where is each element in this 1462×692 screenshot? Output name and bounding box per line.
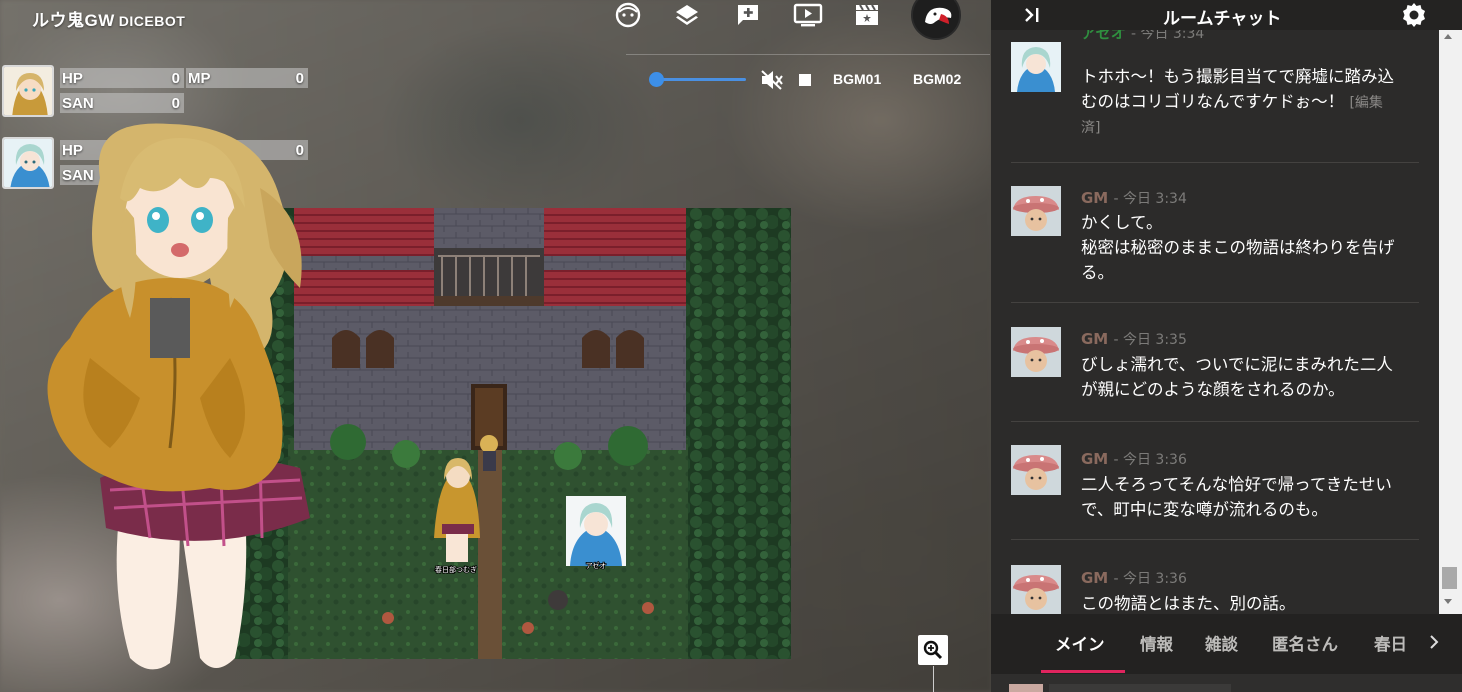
message-line: むのはコリゴリなんですケドぉ〜！ [編集 <box>1081 89 1426 116</box>
mp-value-1: 0 <box>295 69 304 87</box>
message-sender: GM - 今日 3:35 <box>1081 329 1187 349</box>
message-avatar-gm <box>1011 565 1061 614</box>
message-time: - 今日 3:36 <box>1113 452 1187 468</box>
bgm02-button[interactable]: BGM02 <box>913 71 961 87</box>
video-icon[interactable] <box>788 0 828 30</box>
message-text: トホホ〜！もう撮影目当てで廃墟に踏み込 むのはコリゴリなんですケドぉ〜！ [編集… <box>1081 64 1426 141</box>
message-line: トホホ〜！もう撮影目当てで廃墟に踏み込 <box>1081 67 1395 86</box>
message-sender-name: GM <box>1081 569 1109 587</box>
app-title-sub: DICEBOT <box>118 13 186 29</box>
token-azeo[interactable] <box>566 496 626 566</box>
message-line: びしょ濡れで、ついでに泥にまみれた二人 <box>1081 355 1393 374</box>
message-sender: GM - 今日 3:36 <box>1081 449 1187 469</box>
san-bar-1: SAN 0 <box>60 93 184 113</box>
message-text: かくして。 秘密は秘密のままこの物語は終わりを告げ る。 <box>1081 210 1426 285</box>
chat-tab-bar: メイン 情報 雑談 匿名さん 春日 <box>991 614 1462 674</box>
message-line: かくして。 <box>1081 213 1163 232</box>
message-line: る。 <box>1081 263 1114 282</box>
settings-gear-icon[interactable] <box>1401 2 1427 28</box>
message-line: 二人そろってそんな恰好で帰ってきたせい <box>1081 475 1392 494</box>
message-time: - 今日 3:34 <box>1113 191 1187 207</box>
scroll-up-arrow-icon[interactable] <box>1444 34 1452 39</box>
message-time: - 今日 3:36 <box>1113 571 1187 587</box>
stop-bgm-button[interactable] <box>799 74 811 86</box>
zoom-button[interactable] <box>918 635 948 665</box>
character-portrait-1[interactable] <box>2 65 54 117</box>
message-divider <box>1011 539 1419 540</box>
tab-main[interactable]: メイン <box>1055 631 1105 655</box>
message-line: この物語とはまた、別の話。 <box>1081 594 1296 613</box>
hp-bar-1: HP 0 <box>60 68 184 88</box>
hp-value-1: 0 <box>171 69 180 87</box>
message-text: びしょ濡れで、ついでに泥にまみれた二人 が親にどのような顔をされるのか。 <box>1081 352 1426 402</box>
chat-title: ルームチャット <box>1163 9 1282 29</box>
message-avatar-gm <box>1011 445 1061 495</box>
chat-scrollbar[interactable] <box>1439 30 1462 614</box>
message-sender-name: GM <box>1081 450 1109 468</box>
message-line: が親にどのような顔をされるのか。 <box>1081 380 1345 399</box>
mp-bar-1: MP 0 <box>186 68 308 88</box>
collapse-panel-icon[interactable] <box>1021 5 1043 25</box>
message-line-text: むのはコリゴリなんですケドぉ〜！ <box>1081 92 1345 111</box>
message-sender: GM - 今日 3:36 <box>1081 568 1187 588</box>
message-line: 秘密は秘密のままこの物語は終わりを告げ <box>1081 238 1395 257</box>
message-divider <box>1011 162 1419 163</box>
add-comment-icon[interactable] <box>728 0 768 30</box>
san-label-1: SAN <box>62 94 94 112</box>
character-name-field[interactable] <box>1049 684 1231 692</box>
mp-label-1: MP <box>188 69 211 87</box>
hp-label-1: HP <box>62 69 83 87</box>
volume-slider-track[interactable] <box>656 78 746 81</box>
zoom-in-icon <box>923 640 943 660</box>
volume-slider-knob[interactable] <box>649 72 664 87</box>
chat-input-area[interactable] <box>991 674 1462 692</box>
san-value-1: 0 <box>171 94 180 112</box>
edited-tag: [編集 <box>1349 95 1383 111</box>
tab-anonymous[interactable]: 匿名さん <box>1272 631 1338 655</box>
tab-kasukabe[interactable]: 春日 <box>1374 631 1407 655</box>
toolbar-divider <box>626 54 990 55</box>
message-sender: GM - 今日 3:34 <box>1081 188 1187 208</box>
message-divider <box>1011 302 1419 303</box>
chat-header: ルームチャット <box>991 0 1462 30</box>
message-sender: アゼオ - 今日 3:34 <box>1081 30 1204 43</box>
input-character-avatar[interactable] <box>1009 684 1043 692</box>
standing-character-illustration <box>30 118 320 678</box>
message-avatar-gm <box>1011 186 1061 236</box>
room-chat-panel: ルームチャット アゼオ - 今日 3:34 トホホ〜！もう撮影目当てで廃墟に踏み… <box>991 0 1462 692</box>
message-text: 二人そろってそんな恰好で帰ってきたせい で、町中に変な噂が流れるのも。 <box>1081 472 1426 522</box>
bgm01-button[interactable]: BGM01 <box>833 71 881 87</box>
mute-icon[interactable] <box>760 69 784 91</box>
tab-scroll-right-icon[interactable] <box>1428 633 1440 651</box>
face-icon[interactable] <box>608 0 648 30</box>
token-label-azeo: アゼオ <box>586 561 607 570</box>
message-avatar-azeo <box>1011 42 1061 92</box>
layers-icon[interactable] <box>667 0 707 30</box>
app-title: ルウ鬼GW DICEBOT <box>32 6 185 31</box>
message-sender-name: アゼオ <box>1081 30 1126 42</box>
token-label-tsumugi: 春日部つむぎ <box>435 565 477 574</box>
tab-info[interactable]: 情報 <box>1140 631 1173 655</box>
clapperboard-icon[interactable] <box>847 0 887 30</box>
zoom-slider-line <box>933 666 934 692</box>
message-avatar-gm <box>1011 327 1061 377</box>
app-title-main: ルウ鬼GW <box>32 11 115 30</box>
scroll-down-arrow-icon[interactable] <box>1444 599 1452 604</box>
scrollbar-thumb[interactable] <box>1442 567 1457 589</box>
message-divider <box>1011 421 1419 422</box>
message-sender-name: GM <box>1081 330 1109 348</box>
message-line: で、町中に変な噂が流れるのも。 <box>1081 500 1328 519</box>
tab-chitchat[interactable]: 雑談 <box>1205 631 1238 655</box>
edited-tag-tail: 済] <box>1081 120 1101 136</box>
message-time: - 今日 3:35 <box>1113 332 1187 348</box>
message-time: - 今日 3:34 <box>1130 30 1205 42</box>
message-text: この物語とはまた、別の話。 <box>1081 591 1426 614</box>
message-sender-name: GM <box>1081 189 1109 207</box>
active-tab-indicator <box>1041 670 1125 673</box>
chat-message-list[interactable]: アゼオ - 今日 3:34 トホホ〜！もう撮影目当てで廃墟に踏み込 むのはコリゴ… <box>991 30 1439 614</box>
